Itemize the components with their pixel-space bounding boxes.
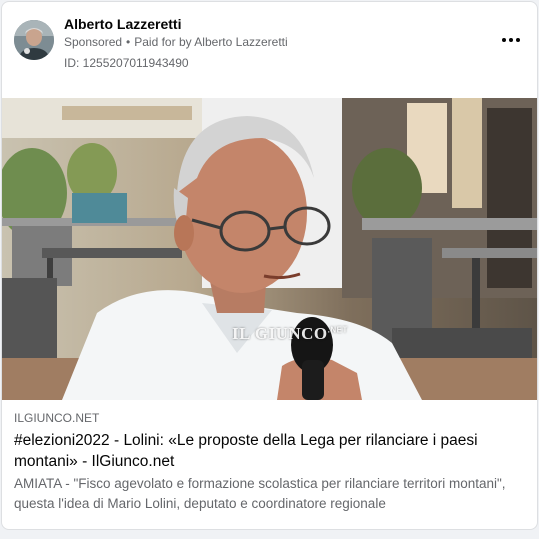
- link-preview[interactable]: ILGIUNCO.NET #elezioni2022 - Lolini: «Le…: [2, 400, 537, 529]
- sponsored-label: Sponsored: [64, 35, 123, 49]
- avatar[interactable]: [14, 20, 54, 60]
- link-domain: ILGIUNCO.NET: [14, 411, 100, 425]
- author-name[interactable]: Alberto Lazzeretti: [64, 16, 181, 32]
- image-watermark: IL GIUNCO.NET: [232, 324, 348, 343]
- post-image[interactable]: IL GIUNCO.NET: [2, 98, 537, 400]
- more-dot: [516, 38, 520, 42]
- ad-card: Alberto Lazzeretti Sponsored • Paid for by…: [1, 1, 538, 530]
- paid-for-prefix: Paid for by: [134, 35, 192, 49]
- payer-name[interactable]: Alberto Lazzeretti: [194, 35, 287, 49]
- more-dot: [509, 38, 513, 42]
- more-options-icon[interactable]: [501, 30, 521, 50]
- post-header: Alberto Lazzeretti Sponsored • Paid for by…: [2, 2, 537, 98]
- more-dot: [502, 38, 506, 42]
- ad-id: ID: 1255207011943490: [64, 56, 189, 70]
- link-description: AMIATA - "Fisco agevolato e formazione s…: [14, 476, 506, 511]
- link-title[interactable]: #elezioni2022 - Lolini: «Le proposte del…: [14, 430, 525, 472]
- sponsored-line: Sponsored • Paid for by Alberto Lazzeretti: [64, 35, 288, 49]
- separator-dot: •: [126, 35, 131, 49]
